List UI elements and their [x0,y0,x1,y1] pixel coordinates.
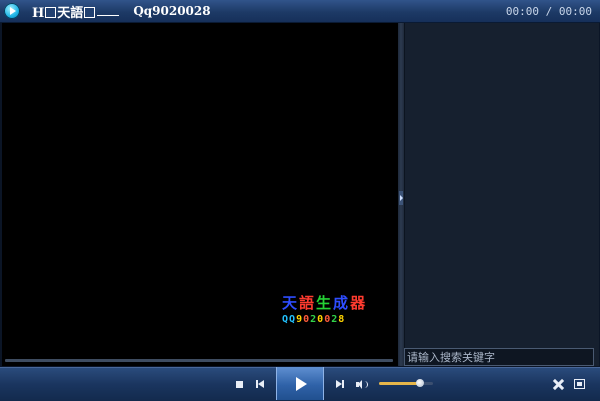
title-id: Qq9020028 [133,4,211,18]
volume-fill [379,382,420,385]
stop-icon [235,380,243,388]
play-icon [296,376,307,391]
watermark-title: 天語生成器 [282,292,392,313]
watermark-char: 生 [316,294,334,312]
next-icon [335,380,345,388]
previous-icon [255,380,265,388]
watermark-char: 器 [350,294,368,312]
time-current: 00:00 [505,5,539,18]
previous-button[interactable] [251,375,269,393]
volume-slider[interactable] [379,379,433,387]
logo-prefix: H [32,5,45,21]
watermark-char: 語 [299,294,317,312]
playlist-search-input[interactable] [404,348,594,366]
collapse-arrow-icon[interactable] [399,191,403,205]
watermark-digit: Q [282,314,290,325]
watermark-digit: Q [289,314,297,325]
watermark-char: 成 [333,294,351,312]
time-separator: / [539,5,559,18]
title-bar[interactable]: H 天語 Qq9020028 00:00 / 00:00 [0,0,600,23]
video-display[interactable]: 天語生成器 QQ9020028 [2,23,398,366]
volume-icon [356,379,368,389]
time-readout: 00:00 / 00:00 [506,5,592,18]
logo-box-icon [45,6,57,18]
video-watermark: 天語生成器 QQ9020028 [282,292,392,325]
title-logo: H 天語 [32,2,121,21]
watermark-char: 天 [282,294,300,312]
time-total: 00:00 [558,5,592,18]
volume-thumb[interactable] [415,379,424,387]
tools-button[interactable] [549,375,567,393]
app-logo-icon[interactable] [4,3,20,19]
watermark-id: QQ9020028 [282,314,392,325]
fullscreen-button[interactable] [570,375,588,393]
logo-box-icon [84,6,96,18]
tools-icon [553,379,564,390]
stop-button[interactable] [230,375,248,393]
next-button[interactable] [331,375,349,393]
watermark-digit: 8 [338,314,346,325]
playlist-panel[interactable] [404,23,599,366]
window-title: H 天語 Qq9020028 [32,2,211,21]
volume-button[interactable] [353,375,371,393]
video-progress-bar[interactable] [5,359,393,362]
play-button[interactable] [276,367,324,400]
fullscreen-icon [573,379,585,389]
logo-text: 天語 [57,5,84,21]
logo-line-icon [97,14,120,16]
